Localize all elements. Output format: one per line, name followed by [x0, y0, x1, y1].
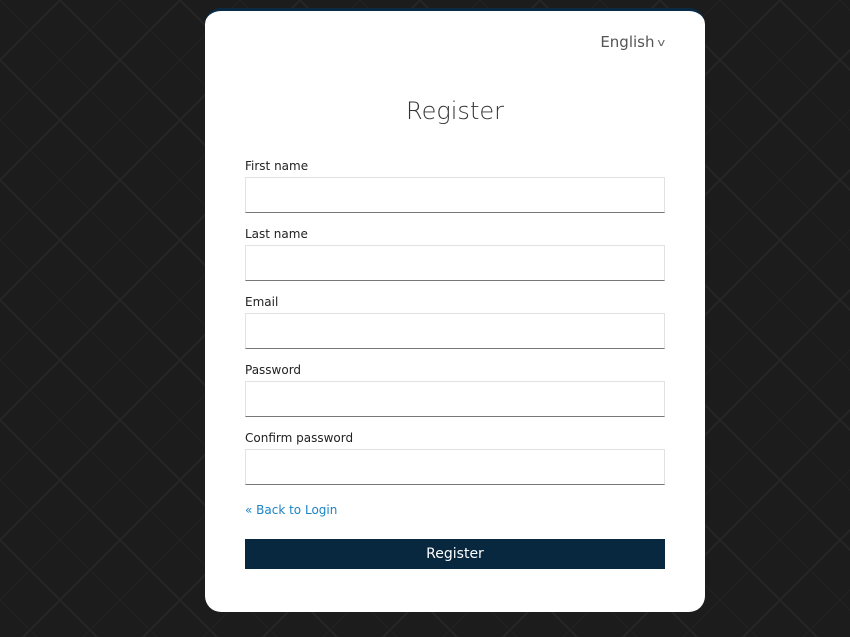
last-name-field: Last name: [245, 227, 665, 281]
confirm-password-input[interactable]: [245, 449, 665, 485]
confirm-password-label: Confirm password: [245, 431, 354, 445]
language-label: English: [600, 33, 655, 51]
confirm-password-field: Confirm password: [245, 431, 665, 485]
first-name-label: First name: [245, 159, 309, 173]
password-label: Password: [245, 363, 302, 377]
password-field: Password: [245, 363, 665, 417]
email-label: Email: [245, 295, 279, 309]
first-name-field: First name: [245, 159, 665, 213]
chevron-down-icon: v: [657, 35, 666, 49]
email-field: Email: [245, 295, 665, 349]
first-name-input[interactable]: [245, 177, 665, 213]
last-name-input[interactable]: [245, 245, 665, 281]
back-to-login-link[interactable]: « Back to Login: [245, 503, 337, 517]
password-input[interactable]: [245, 381, 665, 417]
last-name-label: Last name: [245, 227, 308, 241]
register-card: English v Register First name Last name …: [205, 8, 705, 612]
register-form: First name Last name Email Password Conf…: [245, 159, 665, 569]
language-selector[interactable]: English v: [600, 33, 665, 51]
page-title: Register: [406, 97, 504, 125]
email-input[interactable]: [245, 313, 665, 349]
register-button[interactable]: Register: [245, 539, 665, 569]
